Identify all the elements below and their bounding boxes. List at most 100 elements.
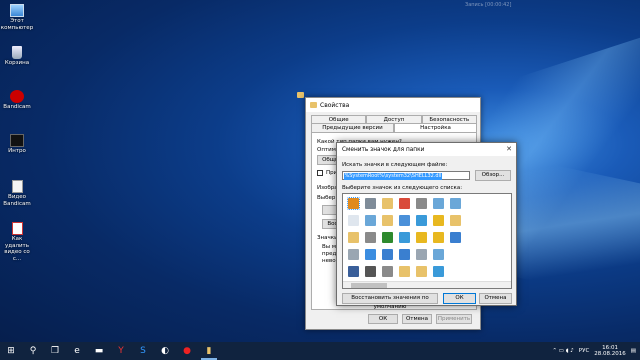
language-indicator[interactable]: РУС	[579, 348, 590, 354]
skype-icon[interactable]: S	[132, 342, 154, 360]
computer-icon[interactable]	[399, 215, 410, 226]
apply-button[interactable]: Применить	[436, 314, 472, 324]
search-icon[interactable]	[365, 215, 376, 226]
folder-pictures-label: Изобра	[317, 185, 338, 191]
disk-blue-icon[interactable]	[450, 232, 461, 243]
star-icon[interactable]	[433, 215, 444, 226]
document-icon[interactable]	[348, 215, 359, 226]
cd-drive-icon[interactable]	[348, 249, 359, 260]
properties-footer: ОК Отмена Применить	[306, 314, 480, 325]
recorder-status: Запись [00:00:42]	[465, 2, 512, 8]
recycle-bin-icon	[12, 46, 22, 59]
transfer-icon[interactable]	[433, 266, 444, 277]
folder-icon	[310, 102, 317, 108]
ok-button[interactable]: ОК	[368, 314, 398, 324]
desktop-icon-label: Интро	[8, 148, 26, 154]
tree-icon[interactable]	[382, 232, 393, 243]
system-tray: ⌃ ▭ ◖ ♪ РУС 16:01 28.08.2016 ▤	[552, 342, 636, 360]
folder-shared-icon[interactable]	[450, 215, 461, 226]
tab-previous-versions[interactable]: Предыдущие версии	[311, 123, 394, 132]
tab-customize[interactable]: Настройка	[394, 123, 477, 132]
bandicam-icon	[10, 90, 24, 103]
search-file-label: Искать значки в следующем файле:	[342, 162, 448, 168]
drive-icon[interactable]	[416, 249, 427, 260]
edge-icon[interactable]: e	[66, 342, 88, 360]
folder-icon[interactable]: ▮	[198, 342, 220, 360]
scrollbar-thumb[interactable]	[351, 283, 387, 288]
folder-icons-label: Значки	[317, 235, 338, 241]
icon-list-label: Выберите значок из следующего списка:	[342, 185, 463, 191]
document-icon	[11, 180, 23, 193]
icon-file-path-input[interactable]: %SystemRoot%\system32\SHELL32.dll	[342, 171, 470, 180]
folder-open-icon[interactable]	[382, 215, 393, 226]
globe-icon[interactable]	[399, 232, 410, 243]
choose-file-label: Выбер	[317, 195, 336, 201]
change-icon-dialog: Сменить значок для папки ✕ Искать значки…	[336, 142, 517, 310]
properties-titlebar[interactable]: Свойства	[306, 98, 480, 112]
desktop-icon-label: Как удалить видео со с...	[4, 236, 30, 262]
desktop-icon-label: Этот компьютер	[0, 18, 34, 31]
shortcut-small-icon[interactable]	[365, 266, 376, 277]
search-doc-icon[interactable]	[450, 198, 461, 209]
gear-icon[interactable]	[382, 266, 393, 277]
browse-button[interactable]: Обзор...	[475, 170, 511, 181]
network-drive-icon[interactable]	[365, 198, 376, 209]
recorder-overlay: Запись [00:00:42]	[355, 0, 640, 10]
folder-doc-icon[interactable]	[416, 266, 427, 277]
desktop-icon-pdf[interactable]: Как удалить видео со с...	[0, 222, 34, 262]
clock-date: 28.08.2016	[594, 351, 626, 357]
desktop-icon-label: Видео Bandicam	[3, 194, 31, 207]
warning-icon[interactable]	[416, 232, 427, 243]
window-icon[interactable]	[382, 249, 393, 260]
task-view-icon[interactable]: ❐	[44, 342, 66, 360]
change-icon-titlebar[interactable]: Сменить значок для папки ✕	[337, 143, 516, 156]
chart-icon[interactable]	[416, 215, 427, 226]
shield-icon[interactable]	[399, 198, 410, 209]
clock[interactable]: 16:01 28.08.2016	[594, 345, 626, 358]
desktop-icon-bandicam[interactable]: Bandicam	[0, 90, 34, 111]
media-icon[interactable]: ◐	[154, 342, 176, 360]
bandicam-icon[interactable]: ●	[176, 342, 198, 360]
ok-button[interactable]: ОК	[443, 293, 476, 304]
desktop-icon-this-pc[interactable]: Этот компьютер	[0, 4, 34, 31]
desktop-folder-icon[interactable]	[297, 92, 304, 98]
printer-icon[interactable]	[365, 232, 376, 243]
tabs-row-2: Предыдущие версии Настройка	[311, 123, 477, 132]
cancel-button[interactable]: Отмена	[479, 293, 512, 304]
explorer-icon[interactable]: ▬	[88, 342, 110, 360]
horizontal-scrollbar[interactable]	[343, 281, 511, 288]
desktop-icon-intro[interactable]: Интро	[0, 134, 34, 155]
search-icon[interactable]: ⚲	[22, 342, 44, 360]
start-icon[interactable]: ⊞	[0, 342, 22, 360]
disk-icon[interactable]	[433, 249, 444, 260]
arrow-shortcut-icon[interactable]	[347, 197, 360, 210]
yandex-icon[interactable]: Y	[110, 342, 132, 360]
tray-icons[interactable]: ⌃ ▭ ◖ ♪	[552, 348, 573, 354]
help-icon[interactable]	[365, 249, 376, 260]
cabinet-icon[interactable]	[416, 198, 427, 209]
desktop-icon-label: Корзина	[4, 60, 30, 66]
change-icon-title: Сменить значок для папки	[342, 146, 425, 153]
desktop-icon-label: Bandicam	[3, 104, 31, 110]
icon-file-path-value: %SystemRoot%\system32\SHELL32.dll	[343, 173, 443, 180]
monitor-icon[interactable]	[399, 249, 410, 260]
computer-icon	[10, 4, 24, 17]
icon-list[interactable]	[342, 193, 512, 289]
desktop-icon-recycle-bin[interactable]: Корзина	[0, 46, 34, 67]
restore-defaults-button[interactable]: Восстановить значения по умолчанию	[342, 293, 438, 310]
taskbar: ⊞ ⚲ ❐ e ▬ Y S ◐ ● ▮ ⌃ ▭ ◖ ♪ РУС 16:01 28.08.2016 …	[0, 342, 640, 360]
notifications-icon[interactable]: ▤	[631, 348, 636, 354]
bat-icon[interactable]	[433, 198, 444, 209]
pdf-icon	[11, 222, 23, 235]
floppy-icon[interactable]	[348, 266, 359, 277]
folder-icon[interactable]	[348, 232, 359, 243]
video-file-icon	[10, 134, 24, 147]
desktop-icon-bandicam-video[interactable]: Видео Bandicam	[0, 180, 34, 207]
lock-icon[interactable]	[433, 232, 444, 243]
close-icon[interactable]: ✕	[506, 145, 512, 153]
folder-user-icon[interactable]	[399, 266, 410, 277]
apply-subfolders-checkbox[interactable]	[317, 170, 323, 176]
folder-picture-icon[interactable]	[382, 198, 393, 209]
cancel-button[interactable]: Отмена	[402, 314, 432, 324]
properties-title: Свойства	[320, 101, 350, 109]
